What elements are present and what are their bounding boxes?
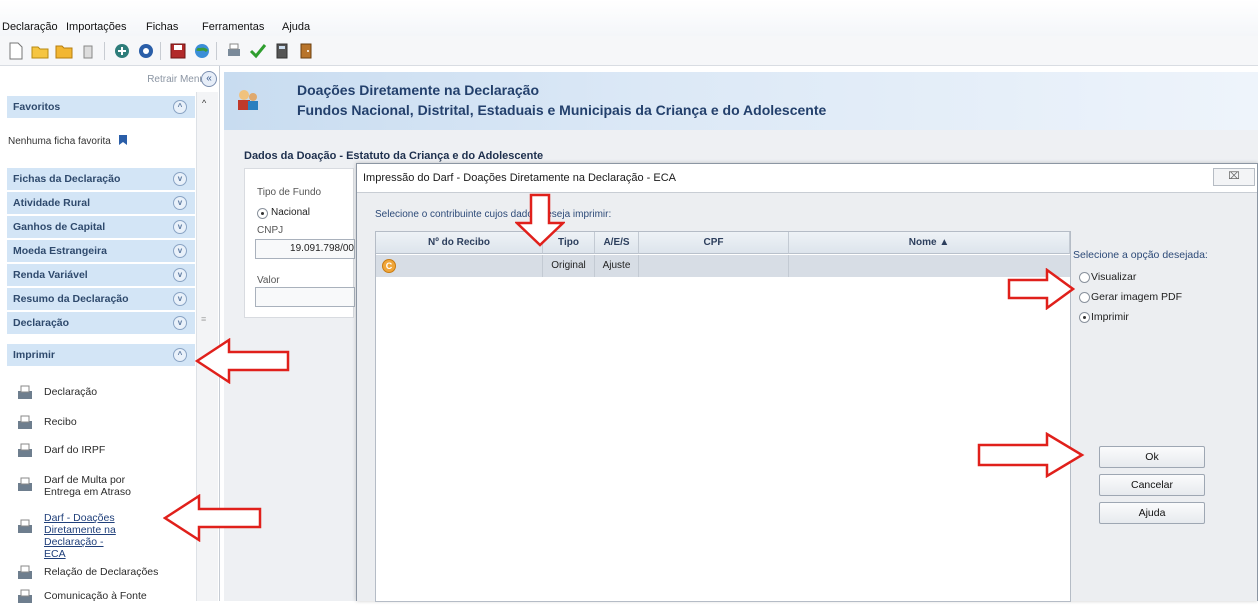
globe-icon[interactable] — [192, 41, 212, 61]
page-subtitle: Fundos Nacional, Distrital, Estaduais e … — [297, 102, 827, 118]
chevron-down-icon: v — [173, 196, 187, 210]
annotation-arrow-left-imprimir — [195, 338, 290, 384]
radio-imprimir[interactable] — [1079, 312, 1090, 323]
help-button[interactable]: Ajuda — [1099, 502, 1205, 524]
receita-icon[interactable] — [136, 41, 156, 61]
chevron-down-icon: v — [173, 316, 187, 330]
ok-button[interactable]: Ok — [1099, 446, 1205, 468]
dialog-body: Selecione o contribuinte cujos dados des… — [357, 192, 1257, 602]
option-imprimir[interactable]: Imprimir — [1079, 311, 1129, 323]
printer-icon — [18, 385, 32, 399]
contribuinte-c-icon: C — [382, 259, 396, 273]
tipo-fundo-option[interactable]: Nacional — [257, 207, 310, 219]
dialog-instruction: Selecione o contribuinte cujos dados des… — [375, 209, 612, 220]
sidebar-favoritos-label: Favoritos — [13, 101, 61, 113]
sidebar-item-resumo-declaracao[interactable]: Resumo da Declaração v — [7, 288, 195, 310]
calculator-icon[interactable] — [272, 41, 292, 61]
radio-nacional[interactable] — [257, 208, 268, 219]
sidebar-item-imprimir[interactable]: Imprimir ^ — [7, 344, 195, 366]
radio-gerar-pdf[interactable] — [1079, 292, 1090, 303]
menu-ferramentas[interactable]: Ferramentas — [202, 21, 264, 33]
section-title: Dados da Doação - Estatuto da Criança e … — [244, 150, 544, 162]
trash-icon[interactable] — [78, 41, 98, 61]
sidebar-item-declaracao[interactable]: Declaração v — [7, 312, 195, 334]
toolbar — [0, 36, 1258, 66]
sidebar-item-atividade-rural[interactable]: Atividade Rural v — [7, 192, 195, 214]
retrair-menu-label[interactable]: Retrair Menu — [147, 74, 205, 85]
print-icon[interactable] — [224, 41, 244, 61]
printer-icon — [18, 519, 32, 533]
chevron-down-icon: v — [173, 172, 187, 186]
sidebar-item-ganhos-capital[interactable]: Ganhos de Capital v — [7, 216, 195, 238]
bookmark-icon — [118, 135, 127, 145]
chevron-up-icon[interactable]: ^ — [173, 100, 187, 114]
menu-ajuda[interactable]: Ajuda — [282, 21, 310, 33]
dialog-title: Impressão do Darf - Doações Diretamente … — [363, 172, 677, 184]
annotation-arrow-down-table — [515, 193, 565, 247]
cell-aes: Ajuste — [595, 255, 639, 277]
radio-visualizar[interactable] — [1079, 272, 1090, 283]
printer-icon — [18, 443, 32, 457]
sidebar-favoritos[interactable]: Favoritos ^ — [7, 96, 195, 118]
valor-label: Valor — [257, 275, 280, 286]
sidebar-item-fichas-declaracao[interactable]: Fichas da Declaração v — [7, 168, 195, 190]
annotation-arrow-right-ok — [977, 432, 1085, 478]
no-favorites-text: Nenhuma ficha favorita — [8, 134, 128, 147]
scroll-thumb[interactable]: ≡ — [201, 314, 213, 324]
table-row[interactable]: C Original Ajuste — [376, 255, 1070, 277]
option-gerar-pdf[interactable]: Gerar imagem PDF — [1079, 291, 1182, 303]
chevron-down-icon: v — [173, 292, 187, 306]
chevron-down-icon: v — [173, 244, 187, 258]
transmit-icon[interactable] — [112, 41, 132, 61]
cnpj-field[interactable]: 19.091.798/00 — [255, 239, 355, 259]
new-file-icon[interactable] — [6, 41, 26, 61]
cell-recibo: C — [376, 255, 543, 277]
tipo-fundo-label: Tipo de Fundo — [257, 187, 322, 198]
receipts-table: Nº do Recibo Tipo A/E/S CPF Nome ▲ C Ori… — [375, 231, 1071, 602]
valor-field[interactable] — [255, 287, 355, 307]
form-card: Tipo de Fundo Nacional CNPJ 19.091.798/0… — [244, 168, 355, 318]
menu-fichas[interactable]: Fichas — [146, 21, 178, 33]
cnpj-label: CNPJ — [257, 225, 284, 236]
close-button[interactable]: ⌧ — [1213, 168, 1255, 186]
people-icon — [238, 90, 258, 110]
cancel-button[interactable]: Cancelar — [1099, 474, 1205, 496]
menu-importacoes[interactable]: Importações — [66, 21, 127, 33]
save-icon[interactable] — [168, 41, 188, 61]
menu-declaracao[interactable]: Declaração — [2, 21, 58, 33]
annotation-arrow-left-darf-eca — [163, 494, 262, 542]
chevron-down-icon: v — [173, 220, 187, 234]
page-header: Doações Diretamente na Declaração Fundos… — [224, 72, 1258, 130]
open-folder-icon[interactable] — [30, 41, 50, 61]
column-nome[interactable]: Nome ▲ — [789, 232, 1070, 254]
sidebar-item-renda-variavel[interactable]: Renda Variável v — [7, 264, 195, 286]
chevron-up-icon: ^ — [173, 348, 187, 362]
printer-icon — [18, 565, 32, 579]
column-cpf[interactable]: CPF — [639, 232, 789, 254]
printer-icon — [18, 589, 32, 603]
cell-tipo: Original — [543, 255, 595, 277]
collapse-menu-icon[interactable]: « — [201, 71, 217, 87]
sidebar-item-moeda-estrangeira[interactable]: Moeda Estrangeira v — [7, 240, 195, 262]
printer-icon — [18, 477, 32, 491]
printer-icon — [18, 415, 32, 429]
option-visualizar[interactable]: Visualizar — [1079, 271, 1136, 283]
exit-door-icon[interactable] — [296, 41, 316, 61]
page-title: Doações Diretamente na Declaração — [297, 82, 539, 98]
menu-bar: Declaração Importações Fichas Ferramenta… — [0, 0, 1258, 36]
check-icon[interactable] — [248, 41, 268, 61]
cell-cpf — [639, 255, 789, 277]
chevron-down-icon: v — [173, 268, 187, 282]
column-aes[interactable]: A/E/S — [595, 232, 639, 254]
folder-icon[interactable] — [54, 41, 74, 61]
scroll-up-icon[interactable]: ^ — [202, 98, 206, 108]
print-darf-dialog: Impressão do Darf - Doações Diretamente … — [356, 163, 1258, 602]
options-title: Selecione a opção desejada: — [1073, 249, 1208, 261]
annotation-arrow-right-options — [1007, 268, 1075, 310]
